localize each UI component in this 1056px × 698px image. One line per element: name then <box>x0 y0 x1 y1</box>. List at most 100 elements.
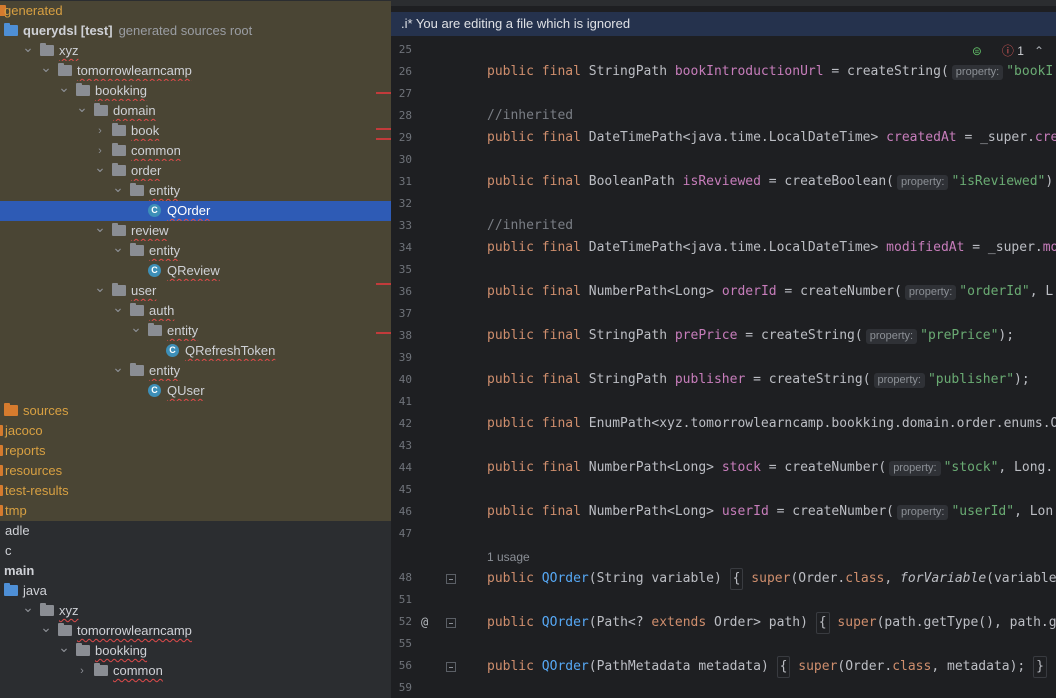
tree-item-hint: generated sources root <box>118 23 253 38</box>
tree-item-java[interactable]: java <box>0 581 391 601</box>
inspection-widget[interactable]: ⊜ ⓘ 1 ⌃ <box>972 42 1044 60</box>
code-area[interactable]: public final StringPath bookIntroduction… <box>487 36 1056 698</box>
tree-item-book[interactable]: › book <box>0 121 391 141</box>
tree-item-common[interactable]: › common <box>0 141 391 161</box>
chevron-down-icon[interactable]: ⌄ <box>22 597 34 617</box>
tree-item-xyz[interactable]: ⌄ xyz <box>0 39 391 61</box>
code-line[interactable]: public final DateTimePath<java.time.Loca… <box>487 238 1056 258</box>
chevron-right-icon[interactable]: › <box>76 661 88 681</box>
tree-item-sources[interactable]: sources <box>0 401 391 421</box>
code-line[interactable]: public final NumberPath<Long> orderId = … <box>487 282 1053 302</box>
fold-icon[interactable] <box>446 662 456 672</box>
chevron-down-icon[interactable]: ⌄ <box>94 217 106 237</box>
override-marker-icon[interactable]: @ <box>421 612 428 632</box>
folder-icon <box>0 465 3 476</box>
chevron-down-icon[interactable]: ⌄ <box>112 177 124 197</box>
chevron-down-icon[interactable]: ⌄ <box>94 277 106 297</box>
chevron-right-icon[interactable]: › <box>94 121 106 141</box>
code-line[interactable]: public final StringPath publisher = crea… <box>487 370 1030 390</box>
tree-item-qreview[interactable]: C QReview <box>0 261 391 281</box>
chevron-down-icon[interactable]: ⌄ <box>58 637 70 657</box>
code-editor[interactable]: .i* You are editing a file which is igno… <box>391 0 1056 698</box>
chevron-down-icon[interactable]: ⌄ <box>112 357 124 377</box>
tab-impl[interactable] <box>397 0 501 6</box>
chevron-down-icon[interactable]: ⌄ <box>112 237 124 257</box>
tree-item-auth-entity[interactable]: ⌄ entity <box>0 319 391 341</box>
tree-item-generated[interactable]: generated <box>0 1 391 21</box>
fold-icon[interactable] <box>446 574 456 584</box>
line-number: 34 <box>398 241 412 254</box>
tree-item-order[interactable]: ⌄ order <box>0 159 391 181</box>
code-line[interactable]: public final EnumPath<xyz.tomorrowlearnc… <box>487 414 1056 434</box>
line-gutter[interactable]: 25 26 27 28 29 30 31 32 33 34 35 36 37 38 39 40 41 42 43 44… <box>391 36 456 698</box>
tree-item-main-xyz[interactable]: ⌄ xyz <box>0 599 391 621</box>
chevron-down-icon[interactable]: ⌄ <box>130 317 142 337</box>
tree-item-quser[interactable]: C QUser <box>0 381 391 401</box>
package-icon <box>148 323 162 336</box>
tree-item-review[interactable]: ⌄ review <box>0 219 391 241</box>
code-line[interactable]: public QOrder(Path<? extends Order> path… <box>487 612 1056 634</box>
code-line[interactable]: public final BooleanPath isReviewed = cr… <box>487 172 1053 192</box>
tree-item-querydsl[interactable]: querydsl [test] generated sources root <box>0 21 391 41</box>
chevron-up-icon[interactable]: ⌃ <box>1034 44 1044 58</box>
tree-item-qrefreshtoken[interactable]: C QRefreshToken <box>0 341 391 361</box>
tree-item-jacoco[interactable]: jacoco <box>0 421 391 441</box>
tree-item-label: common <box>131 143 181 158</box>
tree-item-tmp[interactable]: tmp <box>0 501 391 521</box>
tab-qbook[interactable] <box>631 0 727 6</box>
tree-item-qorder[interactable]: C QOrder <box>0 201 391 221</box>
tree-item-src[interactable]: c <box>0 541 391 561</box>
chevron-down-icon[interactable]: ⌄ <box>58 77 70 97</box>
tree-item-user[interactable]: ⌄ user <box>0 279 391 301</box>
tree-item-order-entity[interactable]: ⌄ entity <box>0 179 391 201</box>
chevron-down-icon[interactable]: ⌄ <box>40 57 52 77</box>
tree-item-label: resources <box>5 463 63 478</box>
line-number: 43 <box>398 439 412 452</box>
code-line[interactable]: public final NumberPath<Long> stock = cr… <box>487 458 1053 478</box>
parameter-hint: property: <box>865 329 918 344</box>
package-icon <box>112 283 126 296</box>
chevron-down-icon[interactable]: ⌄ <box>76 97 88 117</box>
tree-item-main-common[interactable]: › common <box>0 661 391 681</box>
tab-qrefreshtoken[interactable] <box>751 0 891 6</box>
code-line[interactable]: public final StringPath bookIntroduction… <box>487 62 1053 82</box>
tree-item-reports[interactable]: reports <box>0 441 391 461</box>
tree-item-main[interactable]: main <box>0 561 391 581</box>
code-line[interactable]: public final DateTimePath<java.time.Loca… <box>487 128 1056 148</box>
editor-tab-bar[interactable] <box>391 0 1056 6</box>
tree-item-label: bookking <box>95 83 148 98</box>
tree-item-resources[interactable]: resources <box>0 461 391 481</box>
folder-icon <box>4 403 18 416</box>
package-icon <box>94 103 108 116</box>
tree-item-test-results[interactable]: test-results <box>0 481 391 501</box>
tree-item-label: order <box>131 163 162 178</box>
chevron-down-icon[interactable]: ⌄ <box>22 37 34 57</box>
code-line[interactable]: //inherited <box>487 106 573 126</box>
project-tree[interactable]: generated querydsl [test] generated source… <box>0 0 391 698</box>
tab-qreview[interactable] <box>911 0 1011 6</box>
tree-item-label: QUser <box>167 383 205 398</box>
fold-icon[interactable] <box>446 618 456 628</box>
tree-item-user-entity[interactable]: ⌄ entity <box>0 359 391 381</box>
code-line[interactable]: //inherited <box>487 216 573 236</box>
tree-item-domain[interactable]: ⌄ domain <box>0 99 391 121</box>
package-icon <box>130 303 144 316</box>
chevron-down-icon[interactable]: ⌄ <box>40 617 52 637</box>
tree-item-bookking[interactable]: ⌄ bookking <box>0 79 391 101</box>
chevron-down-icon[interactable]: ⌄ <box>94 157 106 177</box>
usage-hint[interactable]: 1 usage <box>487 547 530 567</box>
tree-item-gradle[interactable]: adle <box>0 521 391 541</box>
code-line[interactable]: public final NumberPath<Long> userId = c… <box>487 502 1053 522</box>
tree-item-label: generated <box>4 3 63 18</box>
package-icon <box>130 363 144 376</box>
tree-item-label: book <box>131 123 160 138</box>
line-number: 52 <box>398 615 412 628</box>
tree-item-main-bookking[interactable]: ⌄ bookking <box>0 639 391 661</box>
tab-qorder[interactable] <box>523 0 609 6</box>
tree-item-auth[interactable]: ⌄ auth <box>0 299 391 321</box>
code-line[interactable]: public final StringPath prePrice = creat… <box>487 326 1014 346</box>
code-line[interactable]: public QOrder(PathMetadata metadata) { s… <box>487 656 1047 678</box>
code-line[interactable]: public QOrder(String variable) { super(O… <box>487 568 1056 590</box>
chevron-down-icon[interactable]: ⌄ <box>112 297 124 317</box>
tree-item-review-entity[interactable]: ⌄ entity <box>0 239 391 261</box>
